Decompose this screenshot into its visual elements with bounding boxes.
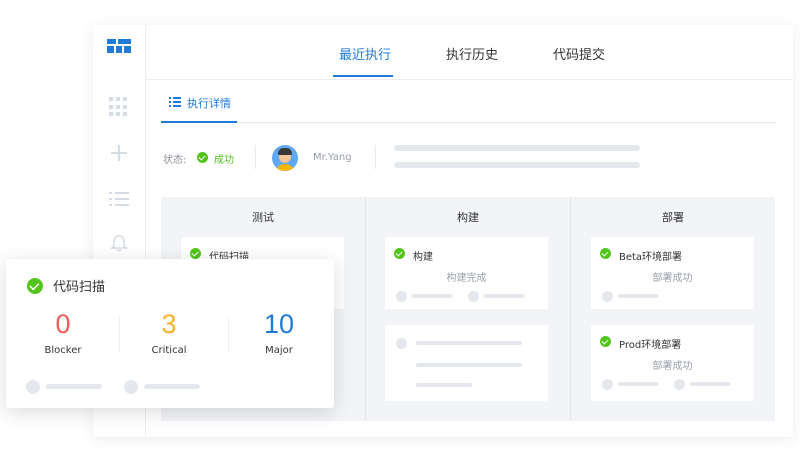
card-title: Prod环境部署 <box>619 340 682 351</box>
top-nav: 最近执行 执行历史 代码提交 <box>145 25 793 80</box>
apps-grid-icon[interactable] <box>109 97 129 117</box>
tab-recent-runs[interactable]: 最近执行 <box>339 44 391 63</box>
stage-column-deploy: 部署 Beta环境部署 部署成功 Prod环境部署 部署成功 <box>571 197 775 421</box>
success-check-icon <box>190 248 201 259</box>
list-icon[interactable] <box>109 189 129 209</box>
placeholder-dot <box>674 379 685 390</box>
placeholder-line <box>46 384 102 389</box>
placeholder-line <box>394 162 640 168</box>
stage-column-build: 构建 构建 构建完成 <box>366 197 570 421</box>
list-detail-icon <box>169 97 181 107</box>
card-title: 构建 <box>413 252 433 263</box>
placeholder-line <box>416 363 522 367</box>
card-status: 部署成功 <box>652 361 693 372</box>
success-check-icon <box>197 152 208 163</box>
status-label: 状态: <box>163 155 187 166</box>
placeholder-dot <box>396 291 407 302</box>
stage-card-placeholder <box>385 325 548 401</box>
logo-icon[interactable] <box>107 39 131 53</box>
placeholder-line <box>690 382 730 386</box>
active-tab-indicator <box>333 75 393 77</box>
placeholder-dot <box>602 379 613 390</box>
placeholder-line <box>484 294 524 298</box>
placeholder-line <box>618 294 658 298</box>
card-title: Beta环境部署 <box>619 252 683 263</box>
tab-run-history[interactable]: 执行历史 <box>446 44 498 63</box>
stage-card-prod-deploy[interactable]: Prod环境部署 部署成功 <box>591 325 754 401</box>
code-scan-summary-card[interactable]: 代码扫描 0 Blocker 3 Critical 10 Major <box>6 259 334 408</box>
metric-value: 0 <box>55 309 71 339</box>
stage-card-beta-deploy[interactable]: Beta环境部署 部署成功 <box>591 237 754 309</box>
subtab-active-indicator <box>161 121 237 123</box>
divider <box>375 145 376 169</box>
placeholder-line <box>416 341 522 345</box>
placeholder-line <box>412 294 452 298</box>
placeholder-dot <box>124 380 138 394</box>
card-status: 部署成功 <box>652 273 693 284</box>
placeholder-line <box>416 383 472 387</box>
metric-major: 10 Major <box>224 307 334 356</box>
tab-code-commits[interactable]: 代码提交 <box>553 44 605 63</box>
metric-blocker: 0 Blocker <box>8 307 118 356</box>
stage-card-build[interactable]: 构建 构建完成 <box>385 237 548 309</box>
stage-title: 部署 <box>662 211 684 224</box>
stage-title: 构建 <box>457 211 479 224</box>
success-check-icon <box>600 248 611 259</box>
metric-label: Blocker <box>44 345 82 356</box>
avatar[interactable] <box>272 145 298 171</box>
tab-run-details[interactable]: 执行详情 <box>187 95 231 111</box>
placeholder-line <box>618 382 658 386</box>
stage-title: 测试 <box>252 211 274 224</box>
placeholder-line <box>394 145 640 151</box>
subtab-divider <box>161 122 777 123</box>
metric-label: Major <box>265 345 293 356</box>
placeholder-dot <box>26 380 40 394</box>
placeholder-dot <box>396 338 407 349</box>
metric-value: 10 <box>263 309 295 339</box>
divider <box>255 145 256 169</box>
placeholder-dot <box>468 291 479 302</box>
metric-label: Critical <box>151 345 187 356</box>
user-name: Mr.Yang <box>313 152 352 163</box>
success-check-icon <box>27 278 43 294</box>
metric-value: 3 <box>161 309 177 339</box>
success-check-icon <box>394 248 405 259</box>
bell-icon[interactable] <box>109 233 129 253</box>
success-check-icon <box>600 336 611 347</box>
card-title: 代码扫描 <box>53 280 106 295</box>
metric-critical: 3 Critical <box>114 307 224 356</box>
placeholder-line <box>144 384 200 389</box>
placeholder-dot <box>602 291 613 302</box>
add-icon[interactable] <box>109 143 129 163</box>
status-value: 成功 <box>214 155 234 166</box>
card-status: 构建完成 <box>446 273 487 284</box>
